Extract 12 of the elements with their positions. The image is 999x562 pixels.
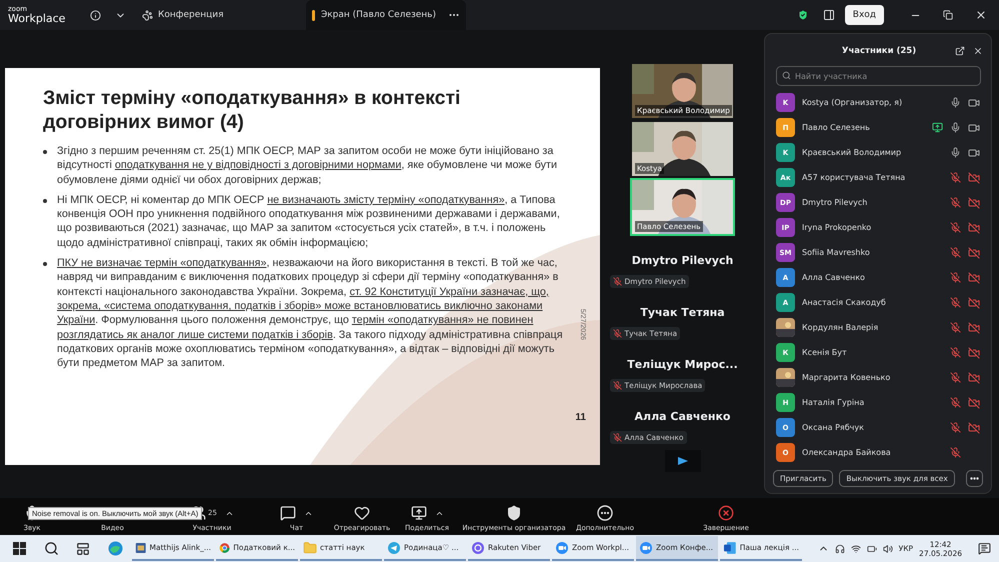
slide-title: Зміст терміну «оподаткування» в контексті договірних вимог (4) [43,86,462,134]
bullet-text: Ні МПК ОЕСР, ні коментар до МПК ОЕСР не визначають змісту терміну «оподаткування», а Типова конвенція ООН про уникнення подвійного оподаткування між розвиненими державами і державами, що розвиваються (2021) зазначає, що МАР за запитом «стосується усіх статей», в т.ч. і положень щодо адміністративної співпраці, таких як обмін інформацією; [57,192,561,250]
logo-text: Workplace [8,13,66,24]
page-number: 11 [575,412,586,423]
bullet-text: Згідно з першим реченням ст. 25(1) МПК ОЕСР, МАР за запитом особи не може бути ініційовано за відсутності оподаткування не у відповідності з договірними нормами, яке обумовлене чи може бути обумовлене діями однієї чи обох договірних держав; [57,144,558,187]
bullet-text: ПКУ не визначає термін «оподаткування», незважаючи на його використання в тексті. В той же час, навряд чи виправданим є виключення податкових процедур зі сфери дії терміну «оподаткування» в контексті національного законодавства України. Зокрема, ст. 92 Конституції України зазначає, що, зокрема, «система оподаткування, податків і зборів» може встановлюватись виключно законами України. Формулювання цього положення демонструє, що термін «оподаткування» не повинен розглядатись як аналог лише системи податків і зборів. За такого підходу адміністративна співпраця податкових органів може охоплюватись терміном «оподаткування», а відтак – відповідні дії можуть бути предметом МАР за запитом. [57,256,564,370]
participant-title: Алла Савченко [634,410,730,423]
participant-title: Теліщук Мирос... [627,358,738,371]
participant-title: Dmytro Pilevych [632,254,734,267]
panel-title: Участники (25) [840,46,918,56]
participant-title: Тучак Тетяна [640,306,725,319]
meeting-title: Конференция [158,10,224,20]
